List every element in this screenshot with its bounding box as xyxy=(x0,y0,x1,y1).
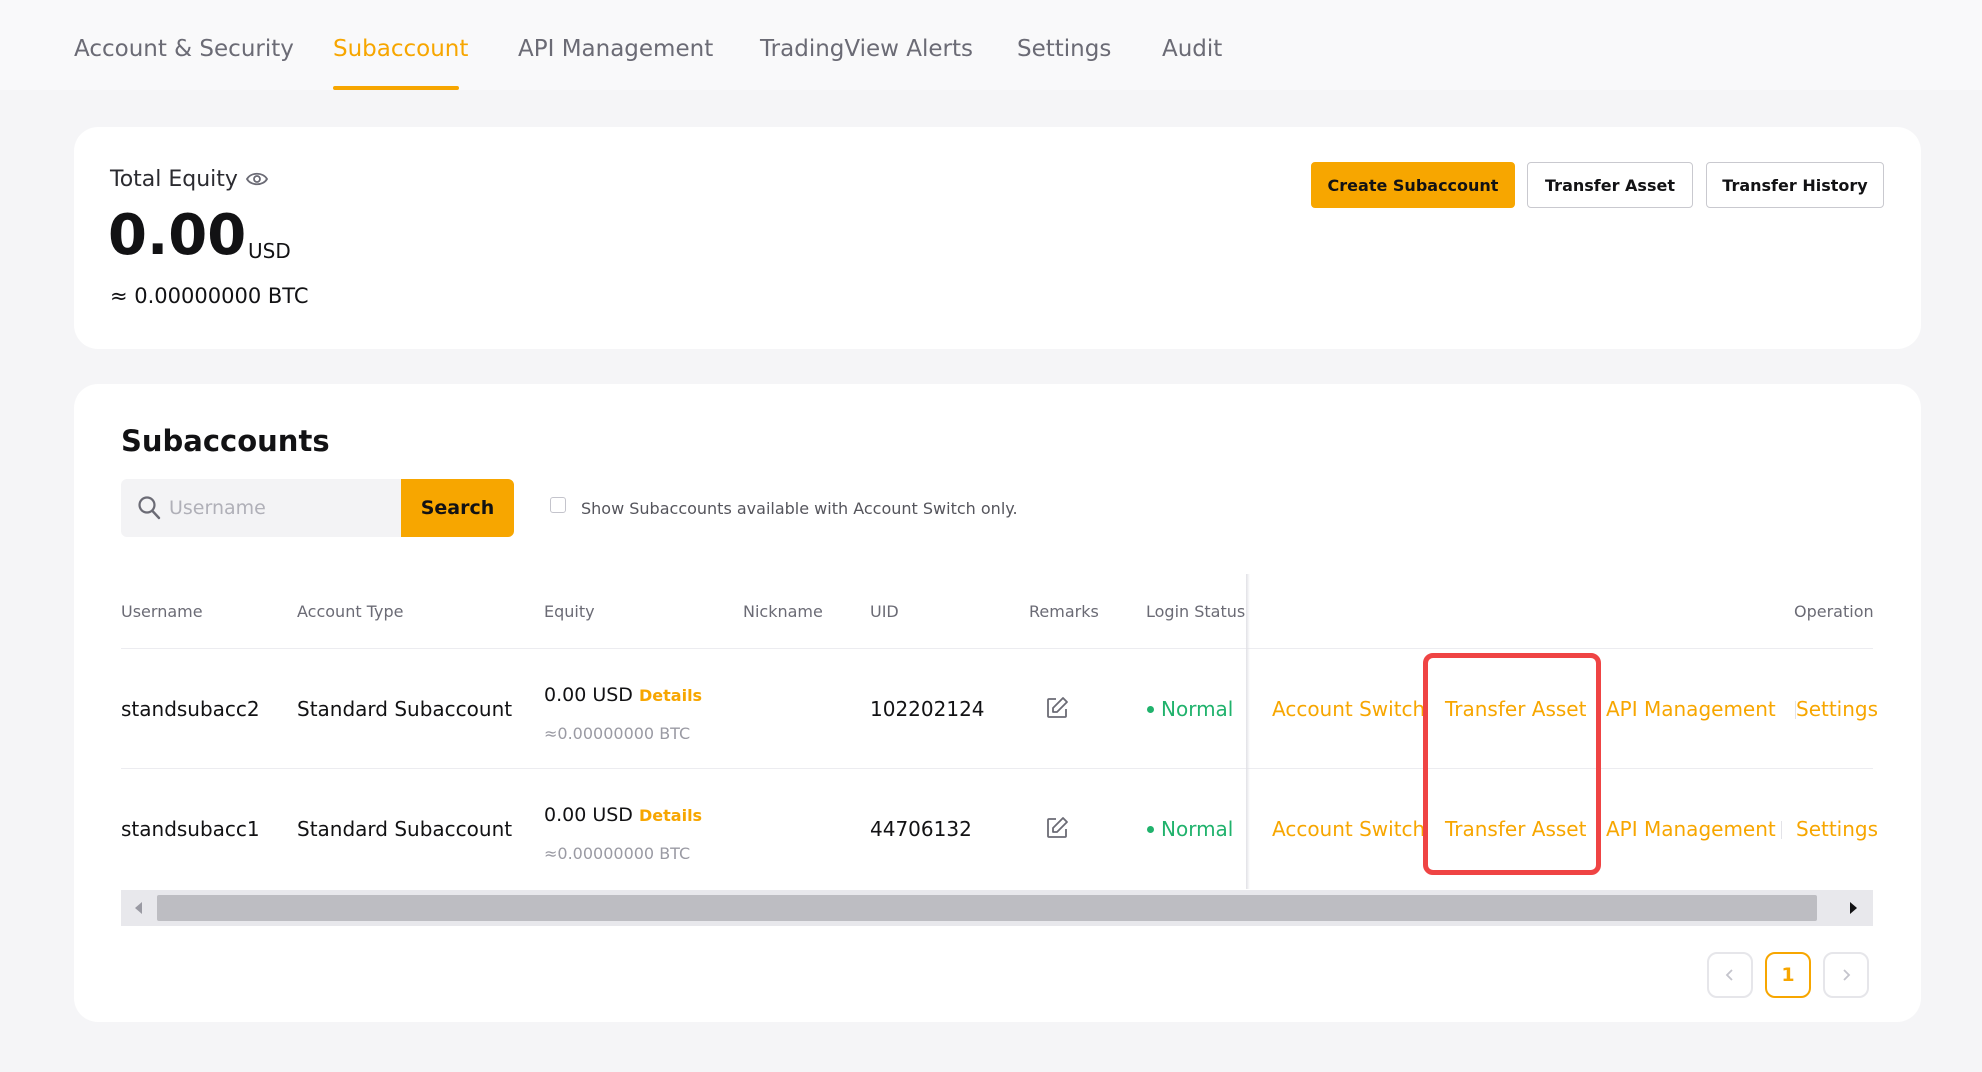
tab-api-management[interactable]: API Management xyxy=(518,36,713,62)
search-icon xyxy=(138,496,161,520)
search-box xyxy=(121,479,401,537)
total-equity-value: 0.00 xyxy=(108,203,247,268)
tab-subaccount[interactable]: Subaccount xyxy=(333,36,468,62)
account-switch-filter-checkbox[interactable] xyxy=(550,497,566,513)
status-dot xyxy=(1147,706,1154,713)
pagination-prev-button[interactable] xyxy=(1707,952,1753,998)
total-equity-label: Total Equity xyxy=(110,167,238,192)
row-equity-details-link[interactable]: Details xyxy=(639,686,702,705)
column-header-username: Username xyxy=(121,602,203,621)
column-header-nickname: Nickname xyxy=(743,602,823,621)
edit-remarks-icon[interactable] xyxy=(1045,696,1069,720)
create-subaccount-button[interactable]: Create Subaccount xyxy=(1311,162,1515,208)
column-header-uid: UID xyxy=(870,602,899,621)
transfer-asset-button[interactable]: Transfer Asset xyxy=(1527,162,1693,208)
status-dot xyxy=(1147,826,1154,833)
account-switch-link[interactable]: Account Switch xyxy=(1272,697,1425,721)
row-account-type: Standard Subaccount xyxy=(297,697,513,721)
row-login-status: Normal xyxy=(1161,817,1234,841)
row-equity-btc: ≈0.00000000 BTC xyxy=(544,724,691,743)
pagination-page-1[interactable]: 1 xyxy=(1765,952,1811,998)
api-management-link[interactable]: API Management xyxy=(1606,697,1776,721)
row-equity: 0.00 USD xyxy=(544,684,633,706)
username-search-input[interactable] xyxy=(169,479,389,537)
column-header-login-status: Login Status xyxy=(1146,602,1246,621)
row-equity-details-link[interactable]: Details xyxy=(639,806,702,825)
api-management-link[interactable]: API Management xyxy=(1606,817,1776,841)
tab-settings[interactable]: Settings xyxy=(1017,36,1111,62)
scrollbar-thumb[interactable] xyxy=(157,895,1817,921)
scroll-right-arrow-icon[interactable] xyxy=(1845,900,1861,916)
settings-link[interactable]: Settings xyxy=(1796,697,1878,721)
op-separator xyxy=(1781,821,1782,839)
chevron-left-icon xyxy=(1725,969,1733,981)
pagination-next-button[interactable] xyxy=(1823,952,1869,998)
subaccounts-card: Subaccounts Search Show Subaccounts avai… xyxy=(74,384,1921,1022)
column-header-operation: Operation xyxy=(1794,602,1874,621)
row-login-status: Normal xyxy=(1161,697,1234,721)
transfer-history-button[interactable]: Transfer History xyxy=(1706,162,1884,208)
row-equity-btc: ≈0.00000000 BTC xyxy=(544,844,691,863)
row-divider xyxy=(121,768,1873,769)
column-header-account-type: Account Type xyxy=(297,602,404,621)
tab-tradingview-alerts[interactable]: TradingView Alerts xyxy=(760,36,973,62)
top-nav: Account & Security Subaccount API Manage… xyxy=(0,0,1982,90)
header-divider xyxy=(121,648,1873,649)
column-header-remarks: Remarks xyxy=(1029,602,1099,621)
chevron-right-icon xyxy=(1843,969,1851,981)
row-username: standsubacc1 xyxy=(121,817,260,841)
search-button[interactable]: Search xyxy=(401,479,514,537)
row-username: standsubacc2 xyxy=(121,697,260,721)
total-equity-unit: USD xyxy=(248,239,291,263)
row-uid: 44706132 xyxy=(870,817,972,841)
eye-icon[interactable] xyxy=(246,170,268,188)
column-header-equity: Equity xyxy=(544,602,595,621)
horizontal-scrollbar[interactable] xyxy=(121,890,1873,926)
scroll-left-arrow-icon[interactable] xyxy=(131,900,147,916)
account-switch-link[interactable]: Account Switch xyxy=(1272,817,1425,841)
edit-remarks-icon[interactable] xyxy=(1045,816,1069,840)
active-tab-indicator xyxy=(333,86,459,90)
settings-link[interactable]: Settings xyxy=(1796,817,1878,841)
row-account-type: Standard Subaccount xyxy=(297,817,513,841)
total-equity-btc: ≈ 0.00000000 BTC xyxy=(110,284,309,308)
transfer-asset-highlight xyxy=(1423,653,1601,875)
tab-audit[interactable]: Audit xyxy=(1162,36,1222,62)
account-switch-filter-label: Show Subaccounts available with Account … xyxy=(581,499,1018,518)
equity-card: Total Equity 0.00 USD ≈ 0.00000000 BTC C… xyxy=(74,127,1921,349)
row-uid: 102202124 xyxy=(870,697,985,721)
tab-account-security[interactable]: Account & Security xyxy=(74,36,294,62)
fixed-column-shadow xyxy=(1246,574,1250,889)
subaccounts-title: Subaccounts xyxy=(121,424,330,458)
row-equity: 0.00 USD xyxy=(544,804,633,826)
